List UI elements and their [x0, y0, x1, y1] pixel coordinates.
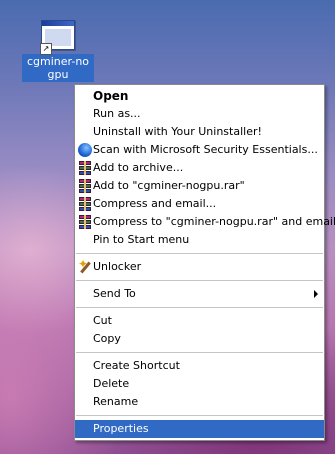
menu-item-properties[interactable]: Properties [75, 420, 324, 438]
menu-item-label: Copy [93, 332, 121, 345]
menu-separator [76, 253, 323, 254]
submenu-arrow-icon [314, 290, 318, 298]
menu-item-delete[interactable]: Delete [75, 375, 324, 393]
menu-item-copy[interactable]: Copy [75, 330, 324, 348]
menu-item-open[interactable]: Open [75, 87, 324, 105]
winrar-icon [78, 197, 92, 211]
desktop-shortcut-cgminer-nogpu[interactable]: ↗ cgminer-nogpu [20, 18, 96, 82]
menu-item-label: Send To [93, 287, 136, 300]
menu-item-label: Properties [93, 422, 149, 435]
menu-item-add-to-rar[interactable]: Add to "cgminer-nogpu.rar" [75, 177, 324, 195]
security-essentials-icon [78, 143, 92, 157]
menu-separator [76, 415, 323, 416]
menu-item-label: Create Shortcut [93, 359, 180, 372]
menu-item-rename[interactable]: Rename [75, 393, 324, 411]
menu-item-send-to[interactable]: Send To [75, 285, 324, 303]
menu-separator [76, 307, 323, 308]
menu-item-run-as[interactable]: Run as... [75, 105, 324, 123]
menu-item-label: Delete [93, 377, 130, 390]
menu-item-scan-mse[interactable]: Scan with Microsoft Security Essentials.… [75, 141, 324, 159]
menu-item-label: Scan with Microsoft Security Essentials.… [93, 143, 318, 156]
menu-item-label: Compress and email... [93, 197, 217, 210]
menu-item-label: Unlocker [93, 260, 142, 273]
menu-separator [76, 280, 323, 281]
menu-item-label: Open [93, 89, 129, 103]
winrar-icon [78, 215, 92, 229]
context-menu: Open Run as... Uninstall with Your Unins… [74, 84, 335, 441]
menu-item-uninstall[interactable]: Uninstall with Your Uninstaller! [75, 123, 324, 141]
menu-item-create-shortcut[interactable]: Create Shortcut [75, 357, 324, 375]
winrar-icon [78, 161, 92, 175]
menu-separator [76, 352, 323, 353]
menu-item-label: Compress to "cgminer-nogpu.rar" and emai… [93, 215, 335, 228]
winrar-icon [78, 179, 92, 193]
menu-item-label: Pin to Start menu [93, 233, 190, 246]
menu-item-label: Rename [93, 395, 139, 408]
menu-item-cut[interactable]: Cut [75, 312, 324, 330]
menu-item-pin-to-start[interactable]: Pin to Start menu [75, 231, 324, 249]
menu-item-label: Add to "cgminer-nogpu.rar" [93, 179, 245, 192]
menu-item-label: Add to archive... [93, 161, 184, 174]
menu-item-compress-to-rar-email[interactable]: Compress to "cgminer-nogpu.rar" and emai… [75, 213, 335, 231]
menu-item-label: Uninstall with Your Uninstaller! [93, 125, 262, 138]
menu-item-label: Cut [93, 314, 112, 327]
unlocker-icon: ✦ [78, 258, 92, 274]
application-window-icon: ↗ [40, 20, 75, 55]
menu-item-unlocker[interactable]: ✦ Unlocker [75, 258, 324, 276]
menu-item-compress-email[interactable]: Compress and email... [75, 195, 324, 213]
menu-item-add-to-archive[interactable]: Add to archive... [75, 159, 324, 177]
shortcut-arrow-icon: ↗ [40, 43, 52, 55]
menu-item-label: Run as... [93, 107, 141, 120]
desktop-icon-label: cgminer-nogpu [22, 54, 94, 82]
